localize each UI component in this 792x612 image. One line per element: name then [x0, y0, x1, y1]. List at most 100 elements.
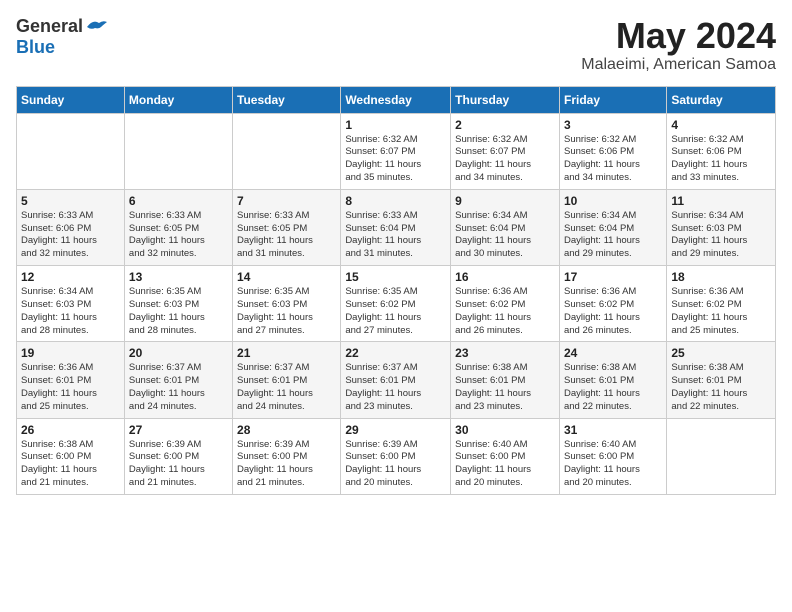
day-info: Sunrise: 6:38 AM Sunset: 6:01 PM Dayligh… — [455, 362, 555, 413]
calendar-cell: 5 Sunrise: 6:33 AM Sunset: 6:06 PM Daylig… — [17, 189, 125, 265]
day-number: 31 — [564, 423, 662, 437]
calendar-cell: 4Sunrise: 6:32 AM Sunset: 6:06 PM Daylig… — [667, 113, 776, 189]
calendar-cell: 29Sunrise: 6:39 AM Sunset: 6:00 PM Dayli… — [341, 418, 451, 494]
day-info: Sunrise: 6:38 AM Sunset: 6:00 PM Dayligh… — [21, 439, 120, 490]
weekday-header-wednesday: Wednesday — [341, 86, 451, 113]
day-info: Sunrise: 6:37 AM Sunset: 6:01 PM Dayligh… — [237, 362, 336, 413]
weekday-header-friday: Friday — [559, 86, 666, 113]
day-number: 23 — [455, 346, 555, 360]
calendar-cell: 2 Sunrise: 6:32 AM Sunset: 6:07 PM Daylig… — [451, 113, 560, 189]
weekday-header-tuesday: Tuesday — [233, 86, 341, 113]
calendar-cell: 3 Sunrise: 6:32 AM Sunset: 6:06 PM Daylig… — [559, 113, 666, 189]
calendar-cell — [17, 113, 125, 189]
day-info: Sunrise: 6:33 AM Sunset: 6:05 PM Dayligh… — [237, 210, 336, 261]
day-number: 28 — [237, 423, 336, 437]
day-info: Sunrise: 6:33 AM Sunset: 6:06 PM Dayligh… — [21, 210, 120, 261]
weekday-header-sunday: Sunday — [17, 86, 125, 113]
calendar-cell — [667, 418, 776, 494]
day-info: Sunrise: 6:36 AM Sunset: 6:01 PM Dayligh… — [21, 362, 120, 413]
calendar-cell: 13 Sunrise: 6:35 AM Sunset: 6:03 PM Dayli… — [124, 266, 232, 342]
day-info: Sunrise: 6:39 AM Sunset: 6:00 PM Dayligh… — [129, 439, 228, 490]
calendar-cell: 31 Sunrise: 6:40 AM Sunset: 6:00 PM Dayli… — [559, 418, 666, 494]
calendar-cell — [233, 113, 341, 189]
day-info: Sunrise: 6:32 AM Sunset: 6:06 PM Dayligh… — [671, 134, 771, 185]
calendar-cell: 22Sunrise: 6:37 AM Sunset: 6:01 PM Dayli… — [341, 342, 451, 418]
day-number: 6 — [129, 194, 228, 208]
calendar-cell: 24Sunrise: 6:38 AM Sunset: 6:01 PM Dayli… — [559, 342, 666, 418]
calendar-cell: 12Sunrise: 6:34 AM Sunset: 6:03 PM Dayli… — [17, 266, 125, 342]
day-number: 18 — [671, 270, 771, 284]
calendar-week-row: 26 Sunrise: 6:38 AM Sunset: 6:00 PM Dayli… — [17, 418, 776, 494]
day-info: Sunrise: 6:35 AM Sunset: 6:02 PM Dayligh… — [345, 286, 446, 337]
day-info: Sunrise: 6:36 AM Sunset: 6:02 PM Dayligh… — [564, 286, 662, 337]
day-number: 17 — [564, 270, 662, 284]
calendar-cell — [124, 113, 232, 189]
day-info: Sunrise: 6:34 AM Sunset: 6:03 PM Dayligh… — [671, 210, 771, 261]
day-number: 24 — [564, 346, 662, 360]
day-number: 8 — [345, 194, 446, 208]
location-title: Malaeimi, American Samoa — [581, 56, 776, 74]
day-info: Sunrise: 6:33 AM Sunset: 6:05 PM Dayligh… — [129, 210, 228, 261]
day-info: Sunrise: 6:35 AM Sunset: 6:03 PM Dayligh… — [129, 286, 228, 337]
day-number: 11 — [671, 194, 771, 208]
day-number: 14 — [237, 270, 336, 284]
weekday-header-monday: Monday — [124, 86, 232, 113]
calendar-cell: 1Sunrise: 6:32 AM Sunset: 6:07 PM Daylig… — [341, 113, 451, 189]
day-info: Sunrise: 6:39 AM Sunset: 6:00 PM Dayligh… — [345, 439, 446, 490]
calendar-cell: 28Sunrise: 6:39 AM Sunset: 6:00 PM Dayli… — [233, 418, 341, 494]
day-info: Sunrise: 6:34 AM Sunset: 6:03 PM Dayligh… — [21, 286, 120, 337]
page-header: General Blue May 2024 Malaeimi, American… — [16, 16, 776, 74]
calendar-cell: 9 Sunrise: 6:34 AM Sunset: 6:04 PM Daylig… — [451, 189, 560, 265]
logo-bird-icon — [85, 17, 109, 37]
day-number: 15 — [345, 270, 446, 284]
day-info: Sunrise: 6:37 AM Sunset: 6:01 PM Dayligh… — [129, 362, 228, 413]
day-info: Sunrise: 6:38 AM Sunset: 6:01 PM Dayligh… — [671, 362, 771, 413]
day-info: Sunrise: 6:36 AM Sunset: 6:02 PM Dayligh… — [671, 286, 771, 337]
day-number: 21 — [237, 346, 336, 360]
calendar-cell: 25 Sunrise: 6:38 AM Sunset: 6:01 PM Dayli… — [667, 342, 776, 418]
logo-blue-text: Blue — [16, 37, 55, 58]
calendar-cell: 15 Sunrise: 6:35 AM Sunset: 6:02 PM Dayli… — [341, 266, 451, 342]
calendar-cell: 17 Sunrise: 6:36 AM Sunset: 6:02 PM Dayli… — [559, 266, 666, 342]
day-number: 2 — [455, 118, 555, 132]
weekday-header-thursday: Thursday — [451, 86, 560, 113]
day-info: Sunrise: 6:37 AM Sunset: 6:01 PM Dayligh… — [345, 362, 446, 413]
day-info: Sunrise: 6:32 AM Sunset: 6:06 PM Dayligh… — [564, 134, 662, 185]
day-info: Sunrise: 6:33 AM Sunset: 6:04 PM Dayligh… — [345, 210, 446, 261]
calendar-cell: 23 Sunrise: 6:38 AM Sunset: 6:01 PM Dayli… — [451, 342, 560, 418]
calendar-week-row: 5 Sunrise: 6:33 AM Sunset: 6:06 PM Daylig… — [17, 189, 776, 265]
calendar-cell: 18 Sunrise: 6:36 AM Sunset: 6:02 PM Dayli… — [667, 266, 776, 342]
day-number: 26 — [21, 423, 120, 437]
calendar-cell: 14 Sunrise: 6:35 AM Sunset: 6:03 PM Dayli… — [233, 266, 341, 342]
weekday-header-row: SundayMondayTuesdayWednesdayThursdayFrid… — [17, 86, 776, 113]
day-info: Sunrise: 6:35 AM Sunset: 6:03 PM Dayligh… — [237, 286, 336, 337]
day-number: 19 — [21, 346, 120, 360]
day-info: Sunrise: 6:40 AM Sunset: 6:00 PM Dayligh… — [455, 439, 555, 490]
day-number: 13 — [129, 270, 228, 284]
day-info: Sunrise: 6:34 AM Sunset: 6:04 PM Dayligh… — [455, 210, 555, 261]
calendar-cell: 19 Sunrise: 6:36 AM Sunset: 6:01 PM Dayli… — [17, 342, 125, 418]
day-number: 25 — [671, 346, 771, 360]
calendar-cell: 7 Sunrise: 6:33 AM Sunset: 6:05 PM Daylig… — [233, 189, 341, 265]
day-number: 1 — [345, 118, 446, 132]
day-info: Sunrise: 6:36 AM Sunset: 6:02 PM Dayligh… — [455, 286, 555, 337]
calendar-cell: 11 Sunrise: 6:34 AM Sunset: 6:03 PM Dayli… — [667, 189, 776, 265]
day-number: 9 — [455, 194, 555, 208]
day-number: 27 — [129, 423, 228, 437]
calendar-cell: 16Sunrise: 6:36 AM Sunset: 6:02 PM Dayli… — [451, 266, 560, 342]
logo-general-text: General — [16, 16, 83, 37]
title-area: May 2024 Malaeimi, American Samoa — [581, 16, 776, 74]
day-number: 5 — [21, 194, 120, 208]
day-number: 7 — [237, 194, 336, 208]
day-info: Sunrise: 6:40 AM Sunset: 6:00 PM Dayligh… — [564, 439, 662, 490]
day-number: 10 — [564, 194, 662, 208]
calendar-cell: 20Sunrise: 6:37 AM Sunset: 6:01 PM Dayli… — [124, 342, 232, 418]
day-info: Sunrise: 6:32 AM Sunset: 6:07 PM Dayligh… — [455, 134, 555, 185]
calendar-cell: 8 Sunrise: 6:33 AM Sunset: 6:04 PM Daylig… — [341, 189, 451, 265]
day-number: 30 — [455, 423, 555, 437]
calendar-table: SundayMondayTuesdayWednesdayThursdayFrid… — [16, 86, 776, 495]
day-number: 3 — [564, 118, 662, 132]
calendar-cell: 26 Sunrise: 6:38 AM Sunset: 6:00 PM Dayli… — [17, 418, 125, 494]
calendar-cell: 10Sunrise: 6:34 AM Sunset: 6:04 PM Dayli… — [559, 189, 666, 265]
calendar-cell: 6 Sunrise: 6:33 AM Sunset: 6:05 PM Daylig… — [124, 189, 232, 265]
